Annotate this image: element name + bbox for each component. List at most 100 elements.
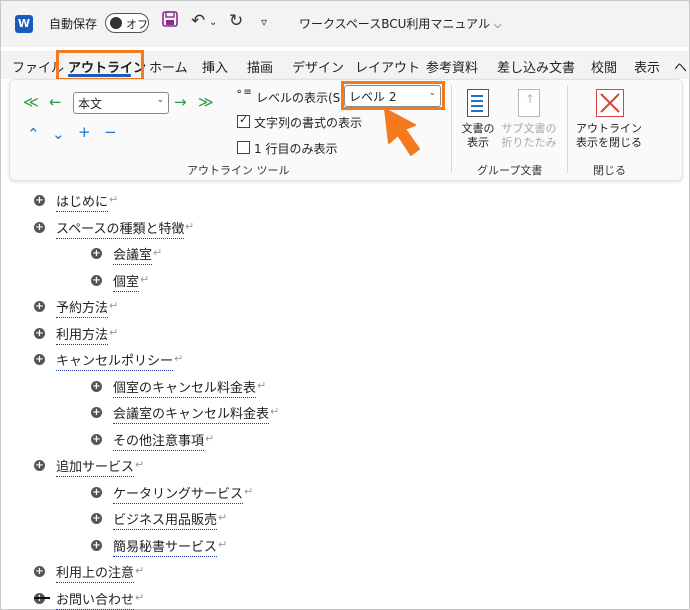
autosave-state: オフ xyxy=(126,18,148,31)
outline-item-text: 利用上の注意 xyxy=(56,562,135,583)
tab-design[interactable]: デザイン xyxy=(292,57,344,76)
paragraph-mark: ↵ xyxy=(218,511,228,524)
promote-icon[interactable]: ← xyxy=(49,93,62,111)
expand-plus-icon[interactable]: + xyxy=(34,301,45,312)
expand-plus-icon[interactable]: + xyxy=(91,540,102,551)
save-icon[interactable] xyxy=(162,11,178,32)
chevron-down-icon: ⌄ xyxy=(156,95,164,105)
expand-plus-icon[interactable]: + xyxy=(91,248,102,259)
paragraph-mark: ↵ xyxy=(135,458,145,471)
outline-item-text: 会議室のキャンセル料金表 xyxy=(113,403,270,424)
close-outline-view-button[interactable]: アウトライン 表示を閉じる xyxy=(575,122,643,150)
expand-plus-icon[interactable]: + xyxy=(91,275,102,286)
promote-to-heading1-icon[interactable]: ≪ xyxy=(23,93,39,111)
outline-level-value: 本文 xyxy=(78,97,103,111)
paragraph-mark: ↵ xyxy=(109,326,119,339)
show-document-icon xyxy=(467,89,489,117)
close-outline-icon xyxy=(596,89,624,117)
text-cursor xyxy=(34,597,50,599)
customize-qat-icon[interactable]: ▿ xyxy=(261,15,267,29)
outline-item-text: 簡易秘書サービス xyxy=(113,536,218,557)
outline-item-text: 個室のキャンセル料金表 xyxy=(113,377,257,398)
expand-plus-icon[interactable]: + xyxy=(91,513,102,524)
show-document-button[interactable]: 文書の 表示 xyxy=(457,122,499,150)
outline-item-text: スペースの種類と特徴 xyxy=(56,218,185,239)
paragraph-mark: ↵ xyxy=(109,299,119,312)
tab-draw[interactable]: 描画 xyxy=(247,57,273,76)
tab-highlight-frame xyxy=(56,50,144,81)
show-first-line-only-label: 1 行目のみ表示 xyxy=(254,142,338,156)
outline-level-select[interactable]: 本文 ⌄ xyxy=(73,92,169,114)
outline-item-text: キャンセルポリシー xyxy=(56,350,174,371)
tab-references[interactable]: 参考資料 xyxy=(426,57,478,76)
demote-to-body-icon[interactable]: ≫ xyxy=(198,93,214,111)
move-down-icon[interactable]: ⌄ xyxy=(52,125,65,143)
paragraph-mark: ↵ xyxy=(140,273,150,286)
group-separator xyxy=(567,85,568,173)
show-text-formatting-label: 文字列の書式の表示 xyxy=(254,116,363,130)
document-title[interactable]: ワークスペースBCU利用マニュアル ⌵ xyxy=(299,15,501,32)
outline-item-text: その他注意事項 xyxy=(113,430,205,451)
show-text-formatting-checkbox[interactable]: ✓ xyxy=(237,113,250,128)
outline-tools-group-label: アウトライン ツール xyxy=(187,164,290,177)
expand-plus-icon[interactable]: + xyxy=(34,195,45,206)
title-bar: W 自動保存 オフ ↶ ⌄ ↻ ▿ ワークスペースBCU利用マニュアル ⌵ xyxy=(1,1,689,47)
outline-item-text: ビジネス用品販売 xyxy=(113,509,218,530)
paragraph-mark: ↵ xyxy=(218,538,228,551)
paragraph-mark: ↵ xyxy=(174,352,184,365)
expand-plus-icon[interactable]: + xyxy=(91,487,102,498)
collapse-subdocuments-icon: ↑ xyxy=(518,89,540,117)
autosave-toggle[interactable]: オフ xyxy=(105,13,149,33)
paragraph-mark: ↵ xyxy=(109,193,119,206)
undo-dropdown-icon[interactable]: ⌄ xyxy=(209,17,217,28)
expand-plus-icon[interactable]: + xyxy=(91,381,102,392)
outline-item-text: お問い合わせ xyxy=(56,589,135,610)
show-first-line-only-checkbox[interactable] xyxy=(237,141,250,154)
tab-review[interactable]: 校閲 xyxy=(591,57,617,76)
tab-layout[interactable]: レイアウト xyxy=(355,57,420,76)
outline-item-text: はじめに xyxy=(56,191,109,212)
tab-mailings[interactable]: 差し込み文書 xyxy=(497,57,575,76)
undo-icon[interactable]: ↶ xyxy=(191,11,205,31)
show-level-label: レベルの表示(S): xyxy=(256,91,350,105)
expand-plus-icon[interactable]: + xyxy=(91,407,102,418)
pointer-arrow-icon xyxy=(384,108,420,156)
expand-plus-icon[interactable]: + xyxy=(34,460,45,471)
tab-help[interactable]: ヘ xyxy=(674,57,687,76)
expand-plus-icon[interactable]: + xyxy=(34,566,45,577)
outline-item-text: ケータリングサービス xyxy=(113,483,244,504)
outline-item-text: 個室 xyxy=(113,271,140,292)
collapse-subdocuments-button[interactable]: サブ文書の 折りたたみ xyxy=(500,122,558,150)
tab-home[interactable]: ホーム xyxy=(149,57,188,76)
paragraph-mark: ↵ xyxy=(270,405,280,418)
outline-item-text: 利用方法 xyxy=(56,324,109,345)
paragraph-mark: ↵ xyxy=(244,485,254,498)
demote-icon[interactable]: → xyxy=(174,93,187,111)
expand-plus-icon[interactable]: + xyxy=(91,434,102,445)
outline-item-text: 会議室 xyxy=(113,244,153,265)
expand-plus-icon[interactable]: + xyxy=(34,328,45,339)
group-separator xyxy=(451,85,452,173)
move-up-icon[interactable]: ⌃ xyxy=(27,125,40,143)
tab-insert[interactable]: 挿入 xyxy=(202,57,228,76)
show-level-icon: ⚬≡ xyxy=(235,87,252,98)
collapse-icon[interactable]: − xyxy=(104,123,117,141)
paragraph-mark: ↵ xyxy=(135,591,145,604)
paragraph-mark: ↵ xyxy=(135,564,145,577)
tab-view[interactable]: 表示 xyxy=(634,57,660,76)
expand-plus-icon[interactable]: + xyxy=(34,222,45,233)
toggle-knob xyxy=(110,17,122,29)
redo-icon[interactable]: ↻ xyxy=(229,11,243,31)
expand-icon[interactable]: + xyxy=(78,123,91,141)
master-document-group-label: グループ文書 xyxy=(477,164,543,177)
paragraph-mark: ↵ xyxy=(205,432,215,445)
paragraph-mark: ↵ xyxy=(185,220,195,233)
word-app-icon: W xyxy=(15,15,33,33)
paragraph-mark: ↵ xyxy=(153,246,163,259)
autosave-label: 自動保存 xyxy=(49,17,98,31)
paragraph-mark: ↵ xyxy=(257,379,267,392)
expand-plus-icon[interactable]: + xyxy=(34,354,45,365)
chevron-down-icon: ⌵ xyxy=(493,20,502,31)
outline-item-text: 追加サービス xyxy=(56,456,135,477)
close-group-label: 閉じる xyxy=(593,164,626,177)
